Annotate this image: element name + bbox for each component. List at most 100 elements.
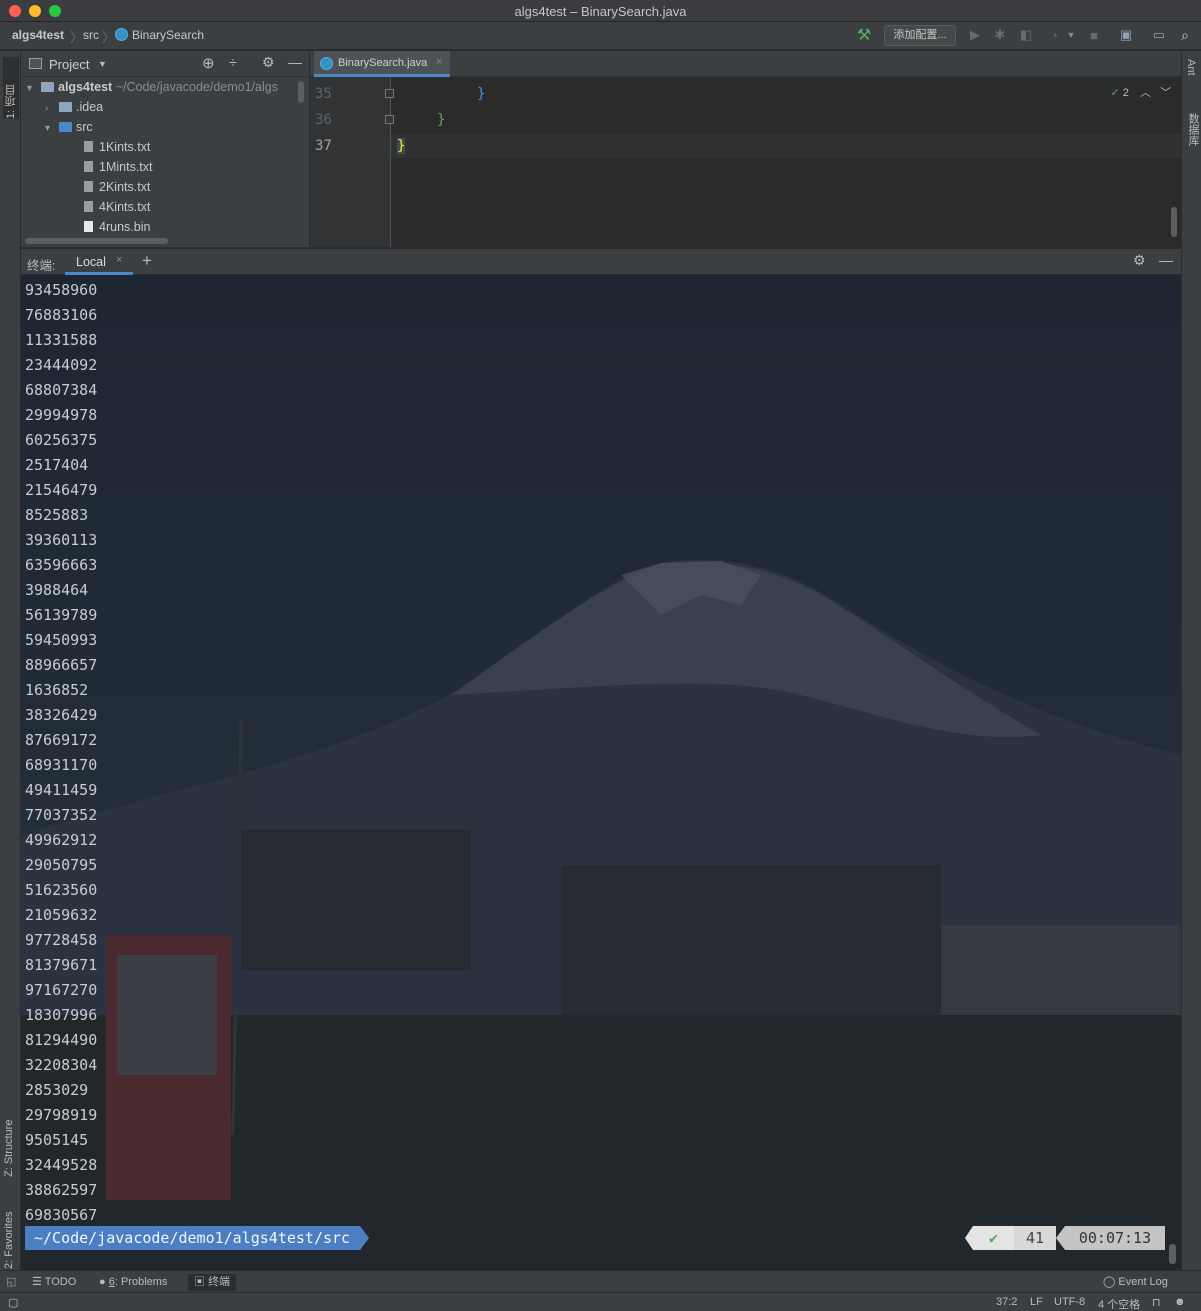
event-log-icon: ◯ — [1103, 1276, 1116, 1288]
project-structure-icon[interactable]: ▣ — [1118, 27, 1134, 43]
tab-terminal[interactable]: ▣ 终端 — [188, 1274, 237, 1291]
add-configuration-button[interactable]: 添加配置... — [884, 25, 956, 46]
navigation-bar: algs4test 〉 src 〉 BinarySearch ⚒ 添加配置...… — [0, 22, 1201, 50]
inspection-widget[interactable]: ✓ 2 ︿ ﹀ — [1110, 84, 1171, 100]
file-encoding[interactable]: UTF-8 — [1054, 1296, 1085, 1308]
collapse-all-icon[interactable]: ÷ — [229, 54, 237, 70]
layout-icon[interactable]: ▢ — [8, 1296, 18, 1309]
tree-item-idea[interactable]: › .idea — [45, 100, 103, 120]
terminal-scrollbar[interactable] — [1169, 1244, 1176, 1264]
indent-setting[interactable]: 4 个空格 — [1098, 1296, 1140, 1311]
chevron-down-icon[interactable]: ▾ — [27, 83, 41, 94]
folder-icon — [59, 102, 72, 112]
chevron-down-icon[interactable]: ▼ — [98, 59, 107, 69]
tree-root-row[interactable]: ▾ algs4test ~/Code/javacode/demo1/algs — [27, 80, 278, 100]
terminal-line: 32208304 — [25, 1056, 98, 1074]
hide-panel-icon[interactable]: — — [1159, 252, 1173, 268]
tab-problems[interactable]: ● 6: Problems — [93, 1274, 173, 1291]
bottom-tool-strip: ◱ ☰ TODO ● 6: Problems ▣ 终端 ◯ Event Log — [0, 1270, 1201, 1292]
terminal-line: 68931170 — [25, 756, 98, 774]
terminal-line: 97728458 — [25, 931, 98, 949]
line-number: 37 — [315, 138, 332, 154]
chevron-right-icon[interactable]: › — [45, 103, 59, 114]
fold-icon[interactable] — [385, 89, 394, 98]
tree-item-file[interactable]: 2Kints.txt — [84, 180, 150, 200]
editor-scrollbar[interactable] — [1171, 207, 1177, 237]
tab-todo[interactable]: ☰ TODO — [26, 1274, 82, 1291]
tree-item-label: 1Kints.txt — [99, 140, 151, 154]
tree-item-label: 4Kints.txt — [99, 200, 151, 214]
add-icon[interactable]: + — [142, 251, 152, 271]
close-icon[interactable]: × — [436, 56, 442, 68]
structure-tool-tab[interactable]: Z: Structure — [3, 1087, 15, 1177]
tree-item-file[interactable]: 1Kints.txt — [84, 140, 150, 160]
tree-item-file[interactable]: 4Kints.txt — [84, 200, 150, 220]
project-horizontal-scrollbar[interactable] — [25, 238, 168, 244]
breadcrumb-project[interactable]: algs4test — [12, 28, 64, 42]
text-file-icon — [84, 141, 93, 152]
tab-binarysearch-java[interactable]: BinarySearch.java × — [314, 51, 450, 77]
terminal-line: 29050795 — [25, 856, 98, 874]
database-tool-tab[interactable]: 数据库 — [1185, 113, 1201, 146]
tab-local[interactable]: Local × — [65, 249, 133, 275]
stop-icon[interactable]: ■ — [1086, 27, 1102, 43]
profile-icon[interactable]: ◔ — [1046, 27, 1062, 43]
toggle-tool-windows-icon[interactable]: ◱ — [6, 1275, 16, 1288]
code-editor[interactable]: 35 36 37 } } } ✓ 2 ︿ ﹀ — [310, 77, 1181, 247]
presentation-icon[interactable]: ▭ — [1151, 27, 1167, 43]
terminal-line: 56139789 — [25, 606, 98, 624]
right-prompt-arrow — [1056, 1226, 1065, 1250]
line-separator[interactable]: LF — [1030, 1296, 1043, 1308]
favorites-tool-tab[interactable]: 2: Favorites — [3, 1185, 15, 1269]
coverage-icon[interactable]: ◧ — [1018, 27, 1034, 43]
inspection-count: 2 — [1122, 87, 1129, 99]
chevron-down-icon[interactable]: ﹀ — [1160, 87, 1171, 99]
chevron-down-icon[interactable]: ▼ — [1063, 27, 1079, 43]
run-icon[interactable]: ▶ — [967, 27, 983, 43]
breadcrumb-src[interactable]: src — [83, 28, 99, 42]
current-line-highlight — [391, 134, 1181, 158]
check-icon: ✓ — [1110, 87, 1120, 99]
tree-root-name: algs4test — [58, 80, 113, 94]
chevron-up-icon[interactable]: ︿ — [1140, 87, 1151, 99]
chevron-down-icon[interactable]: ▾ — [45, 123, 59, 134]
breadcrumb-file[interactable]: BinarySearch — [132, 28, 204, 42]
text-file-icon — [84, 201, 93, 212]
terminal-line: 23444092 — [25, 356, 98, 374]
tree-item-file[interactable]: 1Mints.txt — [84, 160, 153, 180]
tree-item-src[interactable]: ▾ src — [45, 120, 93, 140]
gear-icon[interactable]: ⚙ — [1133, 252, 1146, 269]
project-panel: Project ▼ ⊕ ÷ ⚙ — ▾ algs4test ~/Code/java… — [21, 51, 310, 247]
terminal-line: 38326429 — [25, 706, 98, 724]
search-icon[interactable]: ⌕ — [1177, 27, 1193, 43]
caret-position[interactable]: 37:2 — [996, 1296, 1017, 1308]
ant-tool-tab[interactable]: Ant — [1185, 59, 1197, 76]
terminal-view[interactable]: 93458960 76883106 11331588 23444092 68807384… — [21, 275, 1181, 1270]
hide-panel-icon[interactable]: — — [288, 54, 302, 70]
gear-icon[interactable]: ⚙ — [262, 54, 275, 71]
close-icon[interactable]: × — [116, 254, 122, 266]
project-panel-title[interactable]: Project — [49, 57, 89, 72]
tree-item-label: .idea — [76, 100, 104, 114]
exit-code-indicator: 41 — [1014, 1226, 1056, 1250]
terminal-line: 8525883 — [25, 506, 89, 524]
tab-event-log[interactable]: ◯ Event Log — [1097, 1274, 1174, 1291]
project-vertical-scrollbar[interactable] — [298, 81, 304, 103]
locate-file-icon[interactable]: ⊕ — [202, 54, 215, 72]
left-tool-stripe: 1: 项目 Z: Structure 2: Favorites — [0, 51, 21, 1271]
terminal-line: 81294490 — [25, 1031, 98, 1049]
tree-root-path: ~/Code/javacode/demo1/algs — [115, 80, 278, 94]
lock-icon[interactable]: ⊓ — [1152, 1296, 1161, 1309]
inspector-icon[interactable]: ☻ — [1174, 1296, 1186, 1308]
debug-icon[interactable]: ✱ — [992, 27, 1008, 43]
fold-icon[interactable] — [385, 115, 394, 124]
build-hammer-icon[interactable]: ⚒ — [856, 27, 872, 44]
tab-label: Local — [76, 255, 106, 269]
project-tool-tab[interactable]: 1: 项目 — [3, 57, 19, 119]
terminal-background-image — [21, 559, 1181, 1270]
tree-item-file[interactable]: 4runs.bin — [84, 220, 150, 240]
info-icon: ● — [99, 1276, 106, 1288]
code-brace: } — [437, 112, 446, 128]
terminal-line: 29994978 — [25, 406, 98, 424]
text-file-icon — [84, 161, 93, 172]
